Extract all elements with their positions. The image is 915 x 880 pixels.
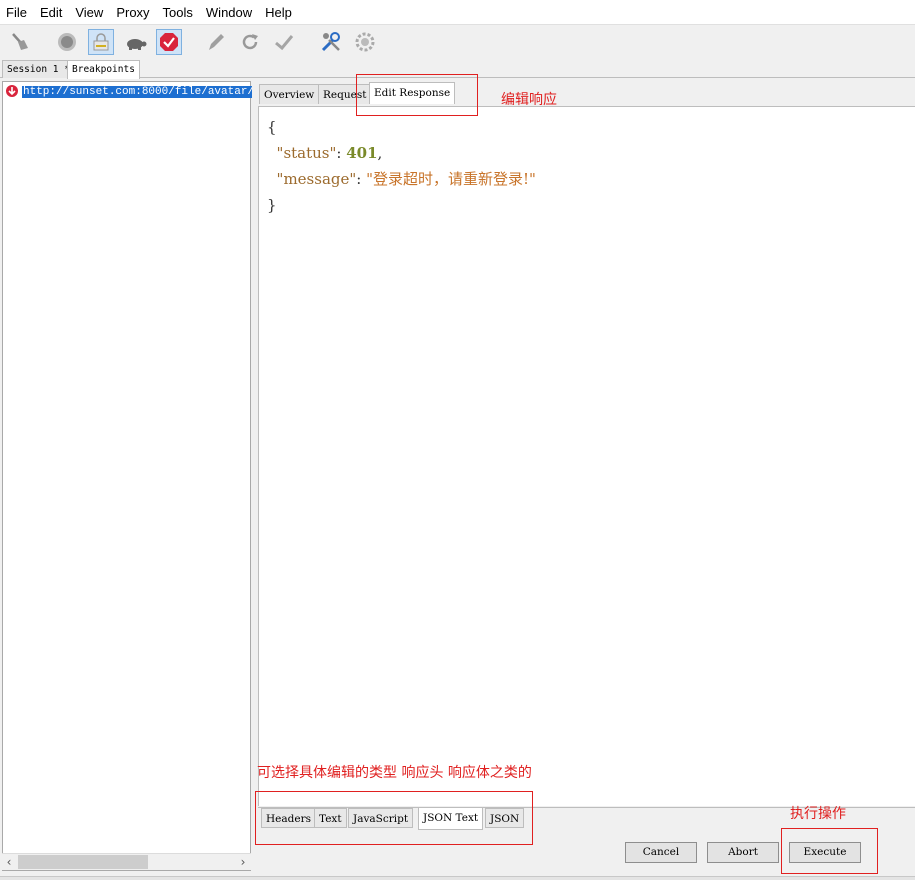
menu-edit[interactable]: Edit	[34, 5, 69, 20]
annotation-execute: 执行操作	[790, 806, 846, 822]
breakpoint-url: http://sunset.com:8000/file/avatar/goo	[22, 86, 252, 98]
menu-tools[interactable]: Tools	[157, 5, 200, 20]
gear-icon[interactable]	[352, 29, 378, 55]
tab-session-1[interactable]: Session 1 *	[2, 60, 75, 78]
code-message-sep: :	[356, 170, 367, 188]
breakpoints-icon[interactable]	[156, 29, 182, 55]
check-icon[interactable]	[271, 29, 297, 55]
code-status-sep: :	[336, 144, 347, 162]
ssl-proxy-icon[interactable]	[88, 29, 114, 55]
scroll-left-arrow-icon[interactable]: ‹	[2, 856, 16, 869]
menu-help[interactable]: Help	[259, 5, 299, 20]
menu-window[interactable]: Window	[200, 5, 259, 20]
code-comma: ,	[377, 144, 383, 162]
scroll-right-arrow-icon[interactable]: ›	[237, 856, 249, 869]
turtle-icon[interactable]	[122, 29, 148, 55]
annotation-box-edit-response	[356, 74, 478, 116]
json-code: { "status": 401, "message": "登录超时，请重新登录!…	[267, 114, 536, 218]
menu-proxy[interactable]: Proxy	[110, 5, 156, 20]
annotation-types: 可选择具体编辑的类型 响应头 响应体之类的	[257, 765, 532, 781]
refresh-icon[interactable]	[237, 29, 263, 55]
code-message-value: "登录超时，请重新登录!"	[366, 170, 536, 188]
menu-view[interactable]: View	[69, 5, 110, 20]
annotation-edit-response: 编辑响应	[501, 92, 557, 108]
toolbar	[0, 24, 915, 58]
menu-file[interactable]: File	[0, 5, 34, 20]
annotation-box-body-tabs	[255, 791, 533, 845]
tools-icon[interactable]	[318, 29, 344, 55]
response-editor[interactable]: { "status": 401, "message": "登录超时，请重新登录!…	[258, 106, 915, 806]
record-icon[interactable]	[54, 29, 80, 55]
code-close-brace: }	[267, 196, 277, 214]
code-status-value: 401	[346, 144, 378, 162]
tab-breakpoints[interactable]: Breakpoints	[67, 60, 140, 79]
tab-overview[interactable]: Overview	[259, 84, 320, 104]
menu-bar: File Edit View Proxy Tools Window Help	[0, 0, 915, 24]
code-message-key: "message"	[276, 170, 357, 188]
cancel-button[interactable]: Cancel	[625, 842, 697, 863]
list-item[interactable]: http://sunset.com:8000/file/avatar/goo	[5, 84, 252, 100]
annotation-box-execute	[781, 828, 878, 874]
status-bar	[0, 876, 915, 880]
horizontal-scrollbar[interactable]: ‹ ›	[2, 853, 251, 870]
code-status-key: "status"	[276, 144, 337, 162]
scroll-thumb[interactable]	[18, 855, 148, 869]
breakpoints-list: http://sunset.com:8000/file/avatar/goo	[2, 81, 252, 871]
code-open-brace: {	[267, 118, 277, 136]
broom-icon[interactable]	[7, 29, 33, 55]
breakpoint-down-icon	[5, 83, 19, 102]
pen-icon[interactable]	[203, 29, 229, 55]
abort-button[interactable]: Abort	[707, 842, 779, 863]
